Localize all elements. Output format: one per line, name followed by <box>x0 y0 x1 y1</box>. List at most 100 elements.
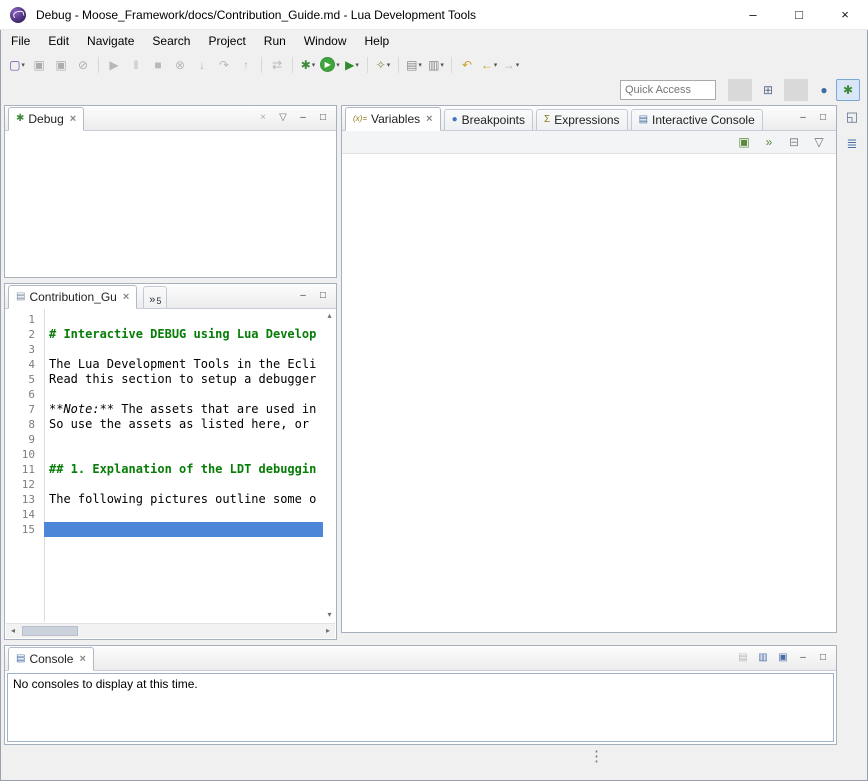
console-tabs: ▤ Console × <box>5 646 94 670</box>
editor-line[interactable]: 12 <box>5 477 323 492</box>
editor-hscrollbar[interactable]: ◂ ▸ <box>6 623 335 638</box>
minimize-view-button[interactable]: – <box>794 649 812 667</box>
tab-expressions[interactable]: Σ Expressions <box>536 109 628 130</box>
lua-perspective-button[interactable]: ● <box>812 79 836 101</box>
previous-annotation-button[interactable]: ▥ <box>425 54 447 76</box>
console-tabstrip: ▤ Console × ▤▥▣–□ <box>5 646 836 671</box>
close-tab-icon[interactable]: × <box>123 292 129 303</box>
line-number: 9 <box>5 432 44 447</box>
maximize-view-button[interactable]: □ <box>814 109 832 127</box>
debug-view-controls: ×▽–□ <box>254 109 336 127</box>
editor-line[interactable]: 14 <box>5 507 323 522</box>
menu-project[interactable]: Project <box>199 32 254 50</box>
suspend-button[interactable]: ‖ <box>125 54 147 76</box>
menu-file[interactable]: File <box>2 32 39 50</box>
menu-search[interactable]: Search <box>143 32 199 50</box>
minimize-view-button[interactable]: – <box>794 109 812 127</box>
close-tab-icon[interactable]: × <box>70 114 76 125</box>
hscroll-thumb[interactable] <box>22 626 78 636</box>
debug-perspective-button[interactable]: ✱ <box>836 79 860 101</box>
next-annotation-button[interactable]: ▤ <box>403 54 425 76</box>
terminate-button[interactable]: ■ <box>147 54 169 76</box>
open-perspective-button[interactable]: ⊞ <box>756 79 780 101</box>
outline-view-button[interactable]: ≣ <box>841 133 863 155</box>
line-text: The Lua Development Tools in the Ecli <box>44 357 323 372</box>
menu-help[interactable]: Help <box>356 32 399 50</box>
scroll-left-icon[interactable]: ◂ <box>6 627 20 635</box>
save-all-button[interactable]: ▣ <box>50 54 72 76</box>
open-console-button[interactable]: ▣ <box>774 649 792 667</box>
debug-button[interactable]: ✱ <box>297 54 319 76</box>
scroll-down-icon[interactable]: ▾ <box>327 611 331 619</box>
editor-line[interactable]: 5Read this section to setup a debugger <box>5 372 323 387</box>
new-button[interactable]: ▢ <box>6 54 28 76</box>
restore-views-button[interactable]: ◱ <box>841 106 863 128</box>
menu-edit[interactable]: Edit <box>39 32 78 50</box>
editor-line[interactable]: 11## 1. Explanation of the LDT debuggin <box>5 462 323 477</box>
editor-line[interactable]: 2# Interactive DEBUG using Lua Develop <box>5 327 323 342</box>
close-button[interactable]: × <box>822 0 868 29</box>
editor-line[interactable]: 15 <box>5 522 323 537</box>
editor-line[interactable]: 10 <box>5 447 323 462</box>
tab-label: Breakpoints <box>462 114 525 126</box>
editor-vscrollbar[interactable]: ▴ ▾ <box>323 309 336 622</box>
minimize-view-button[interactable]: – <box>294 287 312 305</box>
trim-drag-handle[interactable]: ⋮ <box>589 749 604 764</box>
forward-button[interactable]: → <box>500 54 522 76</box>
editor-line[interactable]: 9 <box>5 432 323 447</box>
editor-line[interactable]: 7**Note:** The assets that are used in <box>5 402 323 417</box>
show-columns-button[interactable]: » <box>758 131 780 153</box>
use-step-filters-button[interactable]: ⇄ <box>266 54 288 76</box>
remove-terminated-button[interactable]: × <box>254 109 272 127</box>
tab-variables[interactable]: (x)= Variables × <box>345 107 441 131</box>
display-selected-console-button[interactable]: ▥ <box>754 649 772 667</box>
menu-navigate[interactable]: Navigate <box>78 32 143 50</box>
minimize-button[interactable]: – <box>730 0 776 29</box>
close-tab-icon[interactable]: × <box>79 654 85 665</box>
save-button[interactable]: ▣ <box>28 54 50 76</box>
tab-console[interactable]: ▤ Console × <box>8 647 94 671</box>
menu-window[interactable]: Window <box>295 32 356 50</box>
tab-contribution-guide[interactable]: ▤ Contribution_Gu × <box>8 285 137 309</box>
tab-overflow-chevron[interactable]: » 5 <box>143 286 167 308</box>
disconnect-button[interactable]: ⊗ <box>169 54 191 76</box>
view-menu-button[interactable]: ▽ <box>274 109 292 127</box>
skip-all-breakpoints-button[interactable]: ⊘ <box>72 54 94 76</box>
tab-breakpoints[interactable]: ● Breakpoints <box>444 109 533 130</box>
show-logical-structures-button[interactable]: ▣ <box>733 131 755 153</box>
maximize-view-button[interactable]: □ <box>314 109 332 127</box>
pin-console-button[interactable]: ▤ <box>734 649 752 667</box>
editor-lines[interactable]: 12# Interactive DEBUG using Lua Develop3… <box>5 309 323 622</box>
resume-button[interactable]: ▶ <box>103 54 125 76</box>
step-over-button[interactable]: ↷ <box>213 54 235 76</box>
run-button[interactable]: ▶ <box>319 54 341 76</box>
search-wand-button[interactable]: ✧ <box>372 54 394 76</box>
collapse-all-button[interactable]: ⊟ <box>783 131 805 153</box>
editor-line[interactable]: 6 <box>5 387 323 402</box>
maximize-view-button[interactable]: □ <box>314 287 332 305</box>
line-text: **Note:** The assets that are used in <box>44 402 323 417</box>
minimize-view-button[interactable]: – <box>294 109 312 127</box>
scroll-up-icon[interactable]: ▴ <box>327 312 331 320</box>
step-into-button[interactable]: ↓ <box>191 54 213 76</box>
maximize-button[interactable]: □ <box>776 0 822 29</box>
editor-line[interactable]: 13The following pictures outline some o <box>5 492 323 507</box>
menu-run[interactable]: Run <box>255 32 295 50</box>
scroll-right-icon[interactable]: ▸ <box>321 627 335 635</box>
back-button[interactable]: ← <box>478 54 500 76</box>
close-tab-icon[interactable]: × <box>426 114 432 125</box>
editor-content[interactable]: 12# Interactive DEBUG using Lua Develop3… <box>5 309 336 639</box>
tab-debug[interactable]: ✱ Debug × <box>8 107 84 131</box>
view-menu-button[interactable]: ▽ <box>808 131 830 153</box>
editor-line[interactable]: 4The Lua Development Tools in the Ecli <box>5 357 323 372</box>
step-return-button[interactable]: ↑ <box>235 54 257 76</box>
last-edit-location-button[interactable]: ↶ <box>456 54 478 76</box>
editor-line[interactable]: 3 <box>5 342 323 357</box>
line-text: Read this section to setup a debugger <box>44 372 323 387</box>
external-tools-button[interactable]: ▶ <box>341 54 363 76</box>
quick-access-input[interactable] <box>620 80 716 100</box>
editor-line[interactable]: 1 <box>5 312 323 327</box>
maximize-view-button[interactable]: □ <box>814 649 832 667</box>
editor-line[interactable]: 8So use the assets as listed here, or <box>5 417 323 432</box>
tab-interactive-console[interactable]: ▤ Interactive Console <box>631 109 763 130</box>
